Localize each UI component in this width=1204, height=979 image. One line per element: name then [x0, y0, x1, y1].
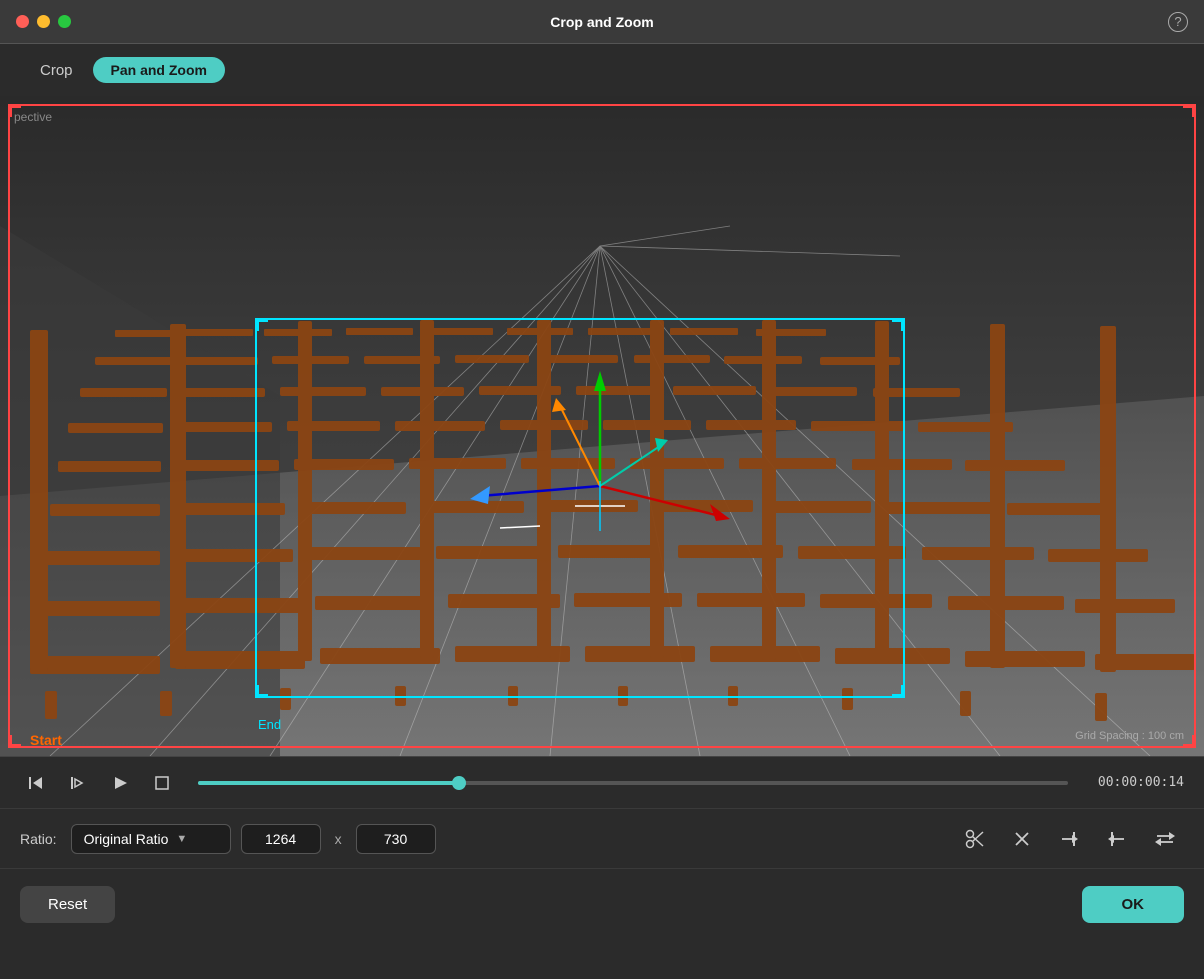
- tab-crop[interactable]: Crop: [40, 58, 73, 83]
- step-back-button[interactable]: [20, 769, 52, 797]
- height-input[interactable]: [356, 824, 436, 854]
- help-icon[interactable]: ?: [1168, 12, 1188, 32]
- ratio-dropdown[interactable]: Original Ratio ▼: [71, 824, 231, 854]
- timeline-track[interactable]: [198, 781, 1068, 785]
- ratio-selected: Original Ratio: [84, 831, 169, 847]
- label-end: End: [258, 717, 281, 732]
- arrow-in-button[interactable]: [1050, 822, 1088, 856]
- timeline-fill: [198, 781, 459, 785]
- ratio-label: Ratio:: [20, 831, 57, 847]
- viewport[interactable]: pective Start End Grid Spacing : 100 cm: [0, 96, 1204, 756]
- reset-button[interactable]: Reset: [20, 886, 115, 923]
- maximize-button[interactable]: [58, 15, 71, 28]
- close-button[interactable]: [16, 15, 29, 28]
- timeline-thumb[interactable]: [452, 776, 466, 790]
- cut-button[interactable]: [956, 822, 994, 856]
- label-grid: Grid Spacing : 100 cm: [1075, 730, 1184, 742]
- tabbar: Crop Pan and Zoom: [0, 44, 1204, 96]
- ok-button[interactable]: OK: [1082, 886, 1185, 923]
- stop-button[interactable]: [146, 769, 178, 797]
- tab-panzoom[interactable]: Pan and Zoom: [93, 57, 225, 83]
- arrow-out-button[interactable]: [1098, 822, 1136, 856]
- footer: Reset OK: [0, 868, 1204, 940]
- label-perspective: pective: [14, 110, 52, 124]
- play-frame-button[interactable]: [62, 769, 94, 797]
- controls-bar: 00:00:00:14: [0, 756, 1204, 808]
- titlebar: Crop and Zoom ?: [0, 0, 1204, 44]
- ratio-bar: Ratio: Original Ratio ▼ x: [0, 808, 1204, 868]
- swap-button[interactable]: [1146, 822, 1184, 856]
- width-input[interactable]: [241, 824, 321, 854]
- label-start: Start: [30, 732, 62, 748]
- minimize-button[interactable]: [37, 15, 50, 28]
- timecode: 00:00:00:14: [1098, 775, 1184, 790]
- play-button[interactable]: [104, 769, 136, 797]
- window-title: Crop and Zoom: [550, 14, 653, 30]
- window-controls: [16, 15, 71, 28]
- chevron-down-icon: ▼: [176, 833, 187, 845]
- remove-button[interactable]: [1004, 823, 1040, 855]
- dimension-separator: x: [335, 831, 342, 847]
